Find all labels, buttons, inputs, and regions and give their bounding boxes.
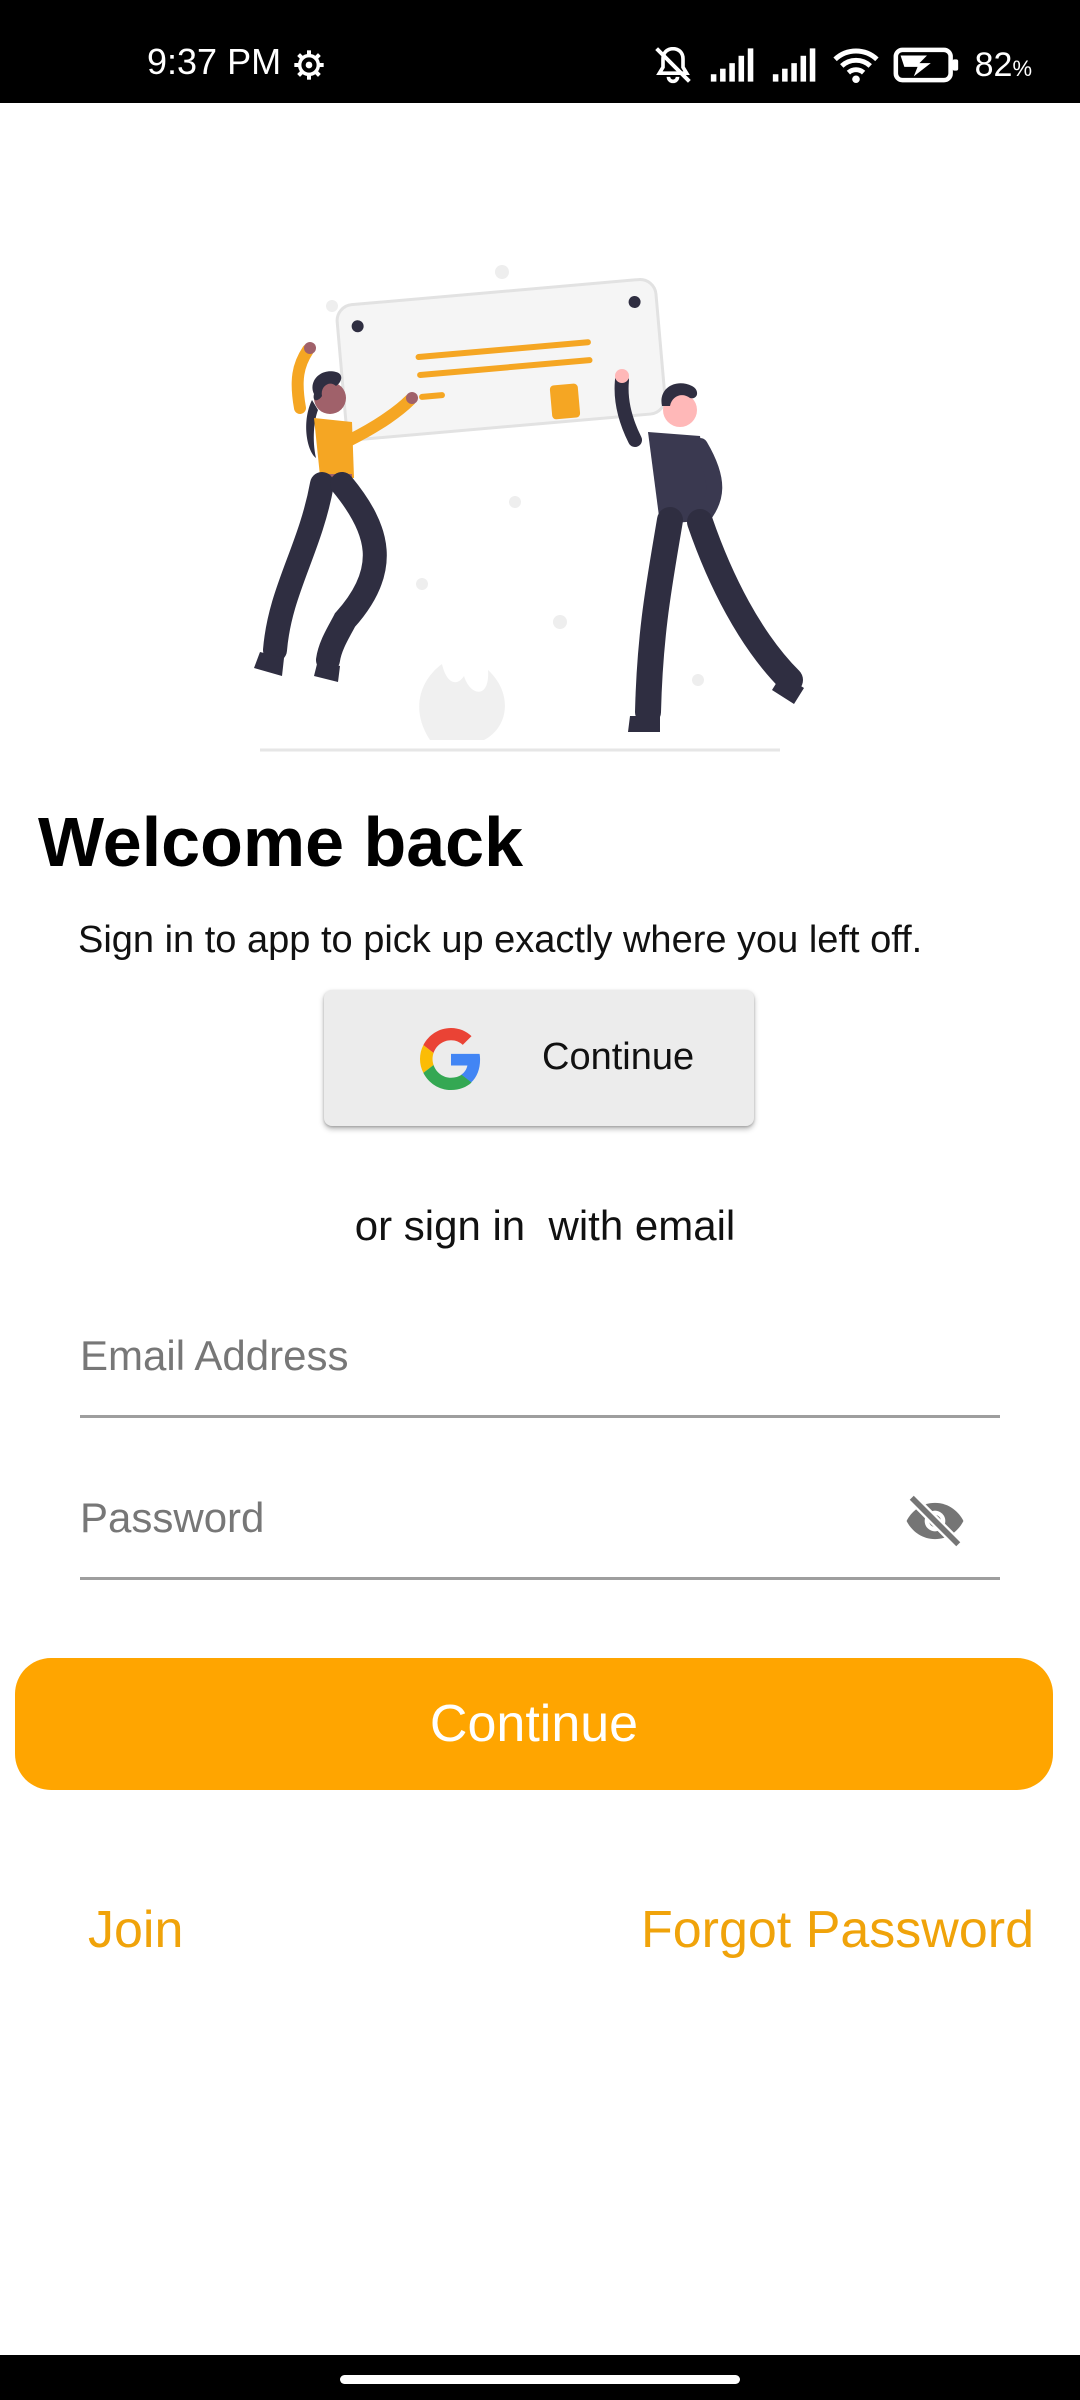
divider-text: or sign in with email bbox=[354, 1202, 736, 1249]
status-time: 9:37 PM bbox=[147, 41, 282, 82]
visibility-off-icon[interactable] bbox=[904, 1490, 966, 1552]
muted-bell-icon bbox=[654, 46, 691, 84]
status-icons: 82% bbox=[651, 45, 1032, 85]
home-indicator[interactable] bbox=[340, 2375, 740, 2384]
google-continue-button[interactable]: Continue bbox=[324, 990, 754, 1126]
navigation-bar bbox=[0, 2355, 1080, 2400]
signal-icon-1 bbox=[710, 48, 753, 82]
page-title: Welcome back bbox=[38, 803, 524, 881]
google-button-label: Continue bbox=[542, 1036, 695, 1078]
welcome-illustration bbox=[254, 265, 804, 752]
status-bar: 9:37 PM 82% bbox=[0, 0, 1080, 103]
man-figure bbox=[614, 369, 804, 732]
continue-button[interactable]: Continue bbox=[15, 1658, 1053, 1790]
email-field-container bbox=[80, 1298, 1000, 1418]
password-field-container bbox=[80, 1460, 1000, 1580]
password-input[interactable] bbox=[80, 1468, 940, 1568]
page-subtitle: Sign in to app to pick up exactly where … bbox=[78, 919, 923, 961]
email-input[interactable] bbox=[80, 1306, 940, 1406]
battery-percentage: 82% bbox=[974, 46, 1032, 84]
signal-icon-2 bbox=[772, 48, 815, 82]
forgot-password-link[interactable]: Forgot Password bbox=[641, 1901, 1034, 1959]
wifi-icon bbox=[833, 48, 879, 84]
google-logo-icon bbox=[420, 1028, 481, 1090]
settings-gear-icon bbox=[294, 50, 324, 80]
join-link[interactable]: Join bbox=[88, 1901, 183, 1959]
battery-charging-icon bbox=[893, 47, 958, 83]
